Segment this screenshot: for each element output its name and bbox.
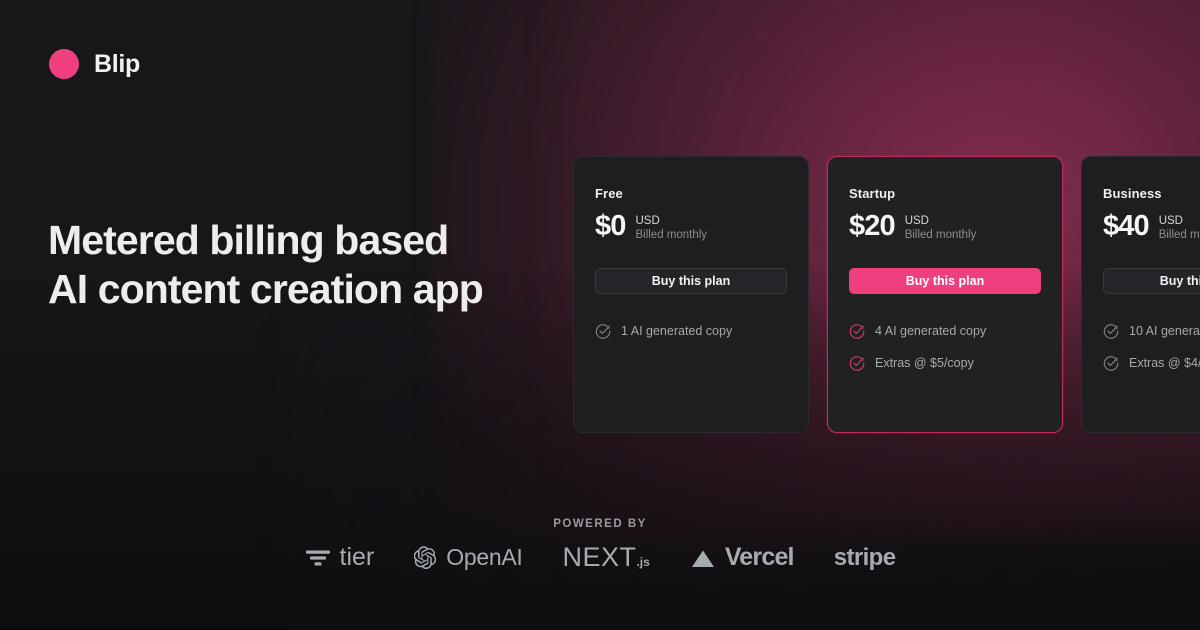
partner-logo-wordmark: OpenAI (446, 544, 523, 570)
pricing-card: Free $0 USD Billed monthly Buy this plan 1 AI… (573, 156, 809, 433)
check-circle-icon (595, 323, 611, 339)
plan-feature-list: 10 AI generated copy Extras @ $4/copy (1103, 320, 1200, 374)
powered-by-label: POWERED BY (553, 518, 647, 530)
check-circle-icon (1103, 355, 1119, 371)
buy-this-plan-button[interactable]: Buy this plan (1103, 268, 1200, 294)
buy-this-plan-button[interactable]: Buy this plan (849, 268, 1041, 294)
partner-logo-wordmark: NEXT.js (562, 544, 649, 571)
plan-billing-period: Billed monthly (904, 229, 977, 241)
plan-feature-list: 1 AI generated copy (595, 320, 787, 342)
pricing-card: Business $40 USD Billed monthly Buy this pla… (1081, 156, 1200, 433)
partner-logo-list: tier OpenAI NEXT.js Vercel stripe (0, 544, 1200, 571)
headline-line-2: AI content creation app (48, 266, 484, 312)
partner-logo-wordmark: Vercel (724, 543, 795, 571)
plan-price-row: $40 USD Billed monthly (1103, 211, 1200, 242)
plan-name: Free (595, 186, 623, 201)
footer: POWERED BY tier OpenAI NEXT.js Vercel stripe (0, 518, 1200, 571)
plan-price-row: $0 USD Billed monthly (595, 211, 787, 242)
plan-currency: USD (1158, 215, 1183, 227)
plan-name: Business (1103, 186, 1162, 201)
check-circle-icon (849, 355, 865, 371)
check-circle-icon (1103, 323, 1119, 339)
plan-billing-period: Billed monthly (1158, 229, 1200, 241)
plan-currency: USD (635, 215, 660, 227)
brand-logo[interactable]: Blip (48, 48, 140, 80)
plan-feature: 1 AI generated copy (595, 320, 787, 342)
plan-price-meta: USD Billed monthly (905, 211, 977, 242)
partner-logo-suffix: .js (636, 555, 650, 569)
plan-price: $0 (595, 210, 626, 242)
plan-price-meta: USD Billed monthly (635, 211, 707, 242)
plan-feature-label: 4 AI generated copy (875, 324, 987, 338)
plan-price-meta: USD Billed monthly (1159, 211, 1200, 242)
plan-feature-label: Extras @ $4/copy (1129, 356, 1200, 370)
plan-feature: 10 AI generated copy (1103, 320, 1200, 342)
partner-logo-next: NEXT.js (562, 544, 649, 571)
partner-logo-openai: OpenAI (414, 544, 523, 570)
plan-price: $40 (1103, 210, 1150, 242)
plan-name: Startup (849, 186, 896, 201)
headline-line-1: Metered billing based (48, 217, 449, 263)
tier-funnel-icon (305, 548, 331, 568)
buy-this-plan-button[interactable]: Buy this plan (595, 268, 787, 294)
plan-feature-label: Extras @ $5/copy (875, 356, 974, 370)
plan-price-row: $20 USD Billed monthly (849, 211, 1041, 242)
plan-feature: Extras @ $4/copy (1103, 352, 1200, 374)
pricing-card-list: Free $0 USD Billed monthly Buy this plan 1 AI… (573, 156, 1200, 433)
half-filled-circle-icon (48, 48, 80, 80)
plan-feature-label: 10 AI generated copy (1129, 324, 1200, 338)
partner-logo-text: NEXT (562, 542, 637, 572)
plan-feature-list: 4 AI generated copy Extras @ $5/copy (849, 320, 1041, 374)
plan-price: $20 (849, 210, 896, 242)
check-circle-icon (849, 323, 865, 339)
partner-logo-text: tier (339, 543, 375, 571)
partner-logo-text: stripe (833, 543, 896, 571)
plan-currency: USD (904, 215, 929, 227)
partner-logo-text: OpenAI (446, 544, 523, 570)
openai-knot-icon (414, 546, 437, 569)
partner-logo-vercel: Vercel (690, 543, 795, 571)
partner-logo-text: Vercel (724, 543, 795, 571)
brand-name: Blip (94, 49, 141, 78)
vercel-triangle-icon (690, 547, 716, 569)
partner-logo-tier: tier (305, 545, 375, 570)
page-title: Metered billing based AI content creatio… (48, 216, 568, 314)
plan-feature-label: 1 AI generated copy (621, 324, 733, 338)
plan-feature: Extras @ $5/copy (849, 352, 1041, 374)
partner-logo-stripe: stripe (833, 543, 896, 571)
pricing-card: Startup $20 USD Billed monthly Buy this plan… (827, 156, 1063, 433)
partner-logo-wordmark: tier (340, 545, 375, 570)
plan-feature: 4 AI generated copy (849, 320, 1041, 342)
plan-billing-period: Billed monthly (635, 229, 708, 241)
partner-logo-wordmark: stripe (833, 543, 896, 571)
